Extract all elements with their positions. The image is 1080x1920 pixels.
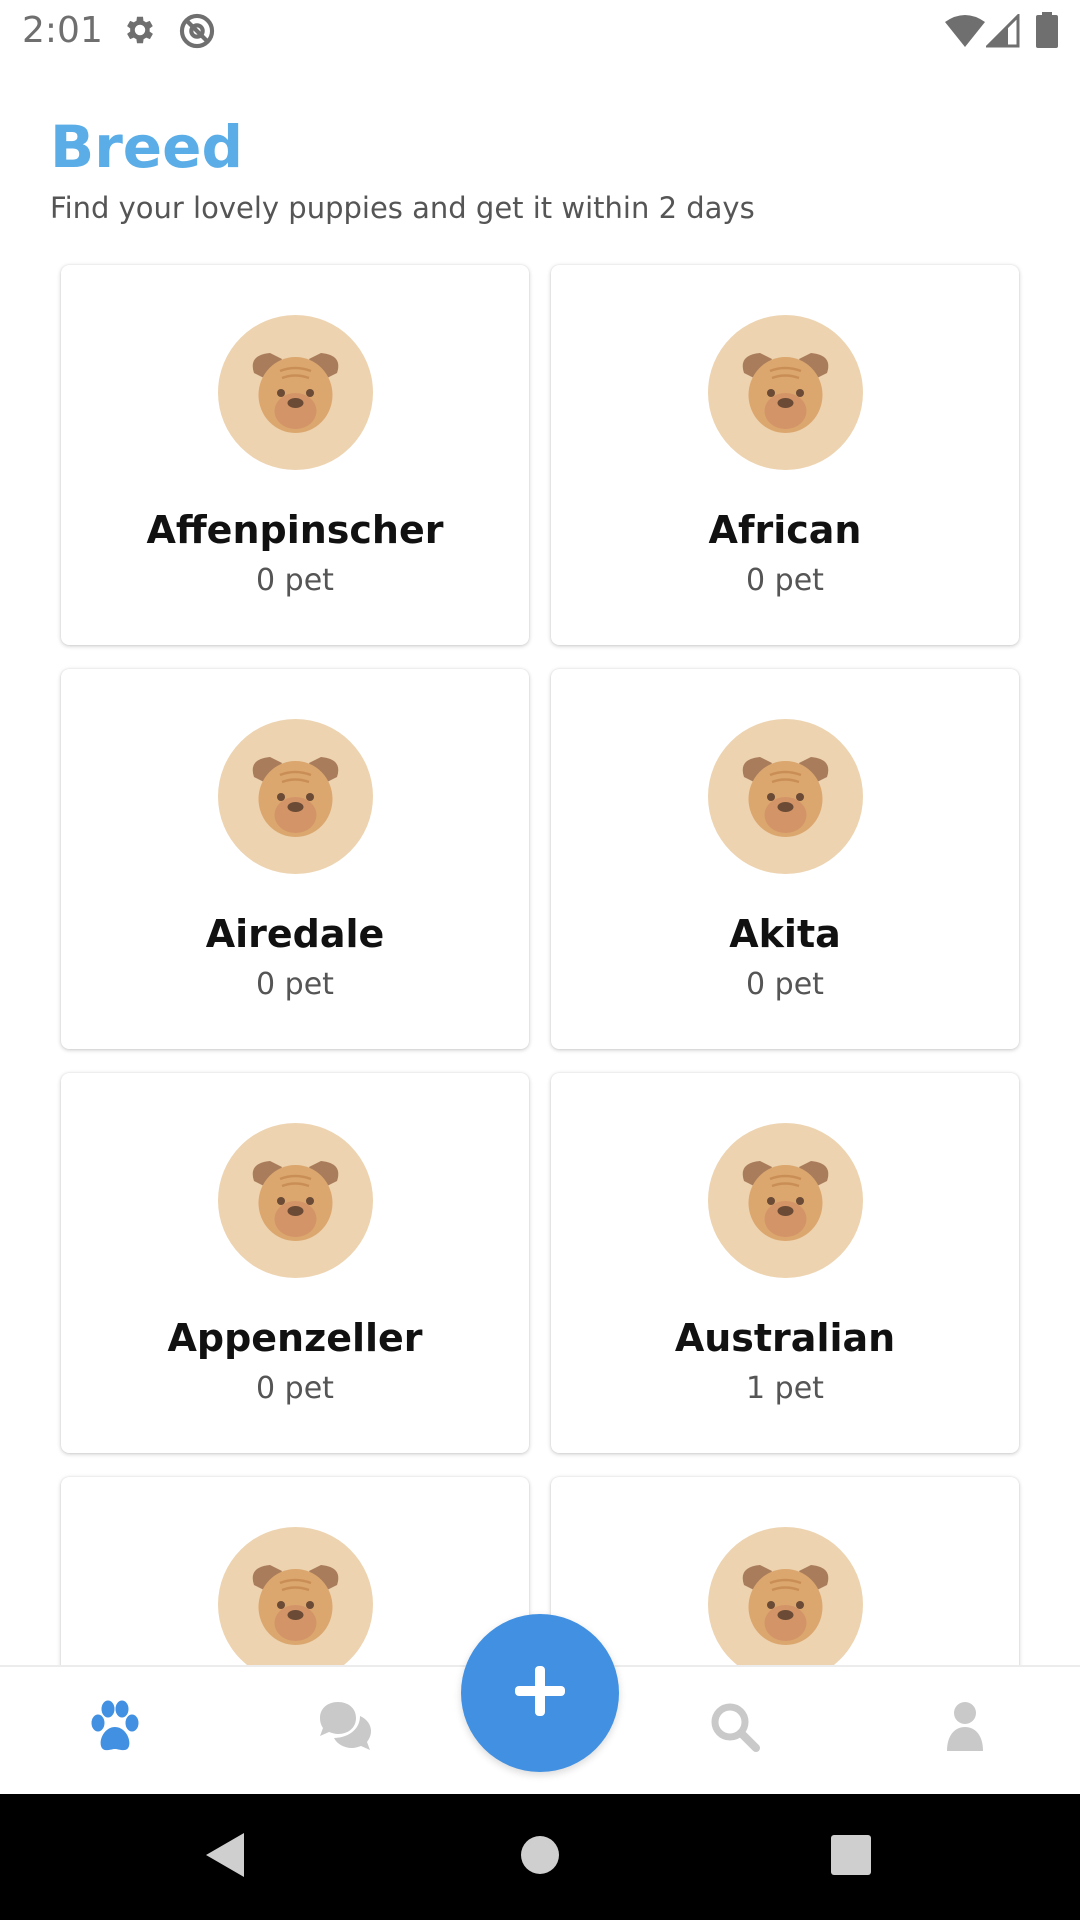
breed-name: Akita [729,912,841,956]
chat-icon [316,1700,374,1758]
back-icon [202,1830,248,1884]
breed-name: African [708,508,862,552]
pug-avatar-icon [708,1123,863,1278]
profile-icon [945,1701,985,1757]
add-button[interactable] [461,1614,619,1772]
breed-card[interactable]: Airedale 0 pet [61,669,529,1049]
pug-avatar-icon [218,719,373,874]
pug-avatar-icon [708,719,863,874]
nav-paw-tab[interactable] [70,1689,160,1769]
home-button[interactable] [507,1824,573,1890]
pug-avatar-icon [218,1527,373,1665]
pet-count: 0 pet [746,967,824,1002]
breed-card[interactable] [551,1477,1019,1665]
breed-card[interactable]: Affenpinscher 0 pet [61,265,529,645]
home-icon [518,1833,562,1881]
breed-name: Appenzeller [167,1316,423,1360]
pug-avatar-icon [708,1527,863,1665]
breed-name: Affenpinscher [146,508,444,552]
page-subtitle: Find your lovely puppies and get it with… [50,191,755,225]
breed-card[interactable]: Australian 1 pet [551,1073,1019,1453]
pet-count: 0 pet [256,1371,334,1406]
breed-name: Australian [674,1316,896,1360]
breed-card[interactable]: African 0 pet [551,265,1019,645]
recents-icon [830,1834,872,1880]
back-button[interactable] [192,1824,258,1890]
page-title: Breed [50,113,244,181]
breed-card[interactable] [61,1477,529,1665]
recents-button[interactable] [818,1824,884,1890]
nav-profile-tab[interactable] [920,1689,1010,1769]
pug-avatar-icon [708,315,863,470]
breed-grid[interactable]: Breed Find your lovely puppies and get i… [0,0,1080,1665]
pet-count: 0 pet [746,563,824,598]
breed-card[interactable]: Appenzeller 0 pet [61,1073,529,1453]
plus-icon [513,1664,567,1722]
nav-chat-tab[interactable] [300,1689,390,1769]
paw-icon [89,1699,141,1759]
breed-card[interactable]: Akita 0 pet [551,669,1019,1049]
search-icon [708,1700,762,1758]
nav-search-tab[interactable] [690,1689,780,1769]
pet-count: 1 pet [746,1371,824,1406]
system-nav-bar [0,1794,1080,1920]
pug-avatar-icon [218,1123,373,1278]
pet-count: 0 pet [256,563,334,598]
breed-name: Airedale [205,912,385,956]
screen: 2:01 Breed Find your lovely puppies and … [0,0,1080,1920]
pet-count: 0 pet [256,967,334,1002]
pug-avatar-icon [218,315,373,470]
